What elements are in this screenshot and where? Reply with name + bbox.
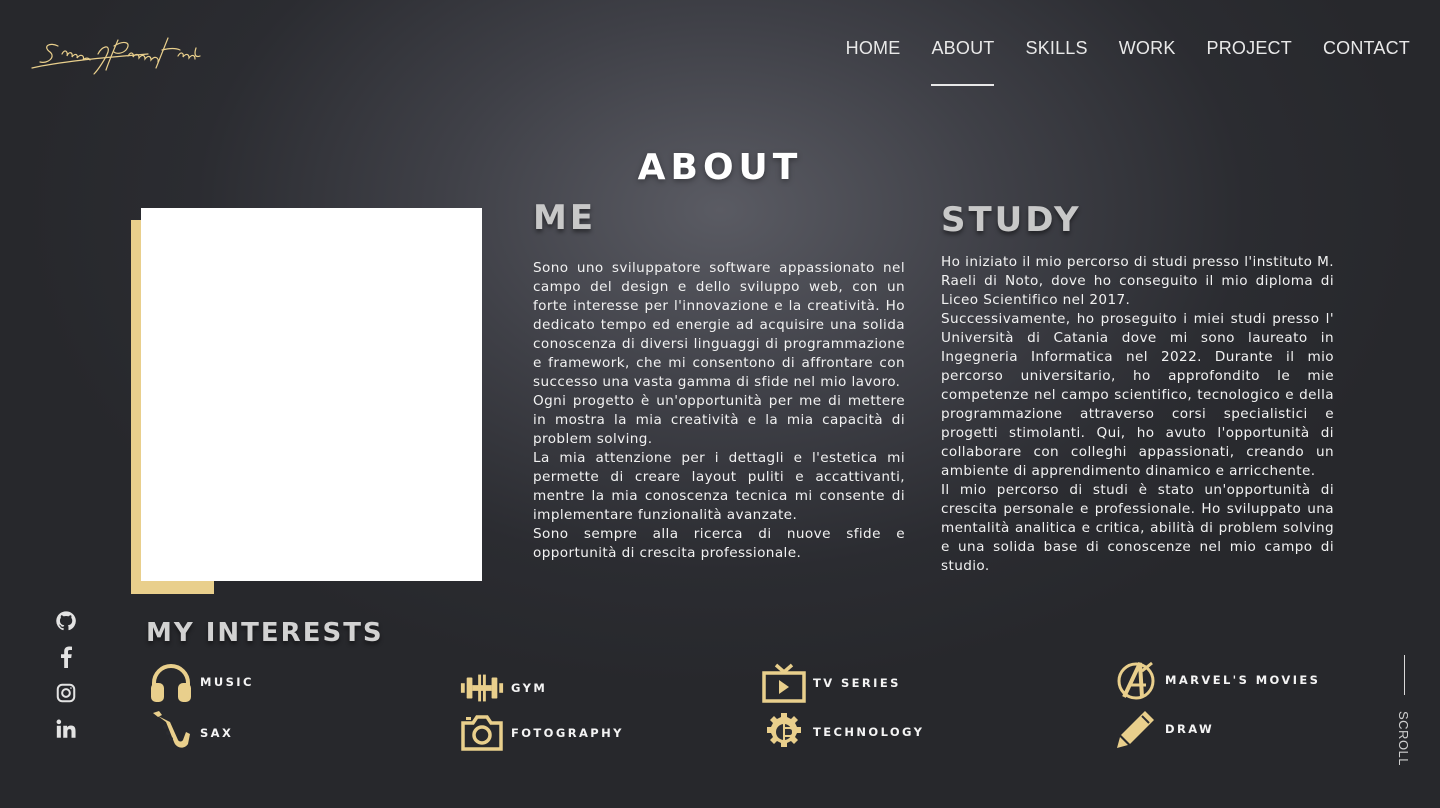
nav-work[interactable]: WORK: [1119, 38, 1176, 65]
interest-label: MARVEL'S MOVIES: [1165, 673, 1321, 687]
interest-label: SAX: [200, 726, 234, 740]
interest-technology: TECHNOLOGY: [761, 709, 924, 755]
interest-marvels-movies: MARVEL'S MOVIES: [1113, 657, 1320, 703]
interest-label: DRAW: [1165, 722, 1215, 736]
dumbbell-icon: [459, 665, 505, 711]
nav-about[interactable]: ABOUT: [931, 38, 995, 86]
linkedin-icon[interactable]: [53, 716, 79, 742]
interest-music: MUSIC: [148, 659, 254, 705]
me-paragraph: Sono sempre alla ricerca di nuove sfide …: [533, 526, 905, 561]
me-text: Sono uno sviluppatore software appassion…: [533, 259, 905, 563]
interest-gym: GYM: [459, 665, 547, 711]
saxophone-icon: [148, 710, 194, 756]
scroll-line: [1404, 655, 1405, 695]
interest-label: GYM: [511, 681, 548, 695]
technology-icon: [761, 709, 807, 755]
avengers-icon: [1113, 657, 1159, 703]
interest-sax: SAX: [148, 710, 233, 756]
study-paragraph: Il mio percorso di studi è stato un'oppo…: [941, 482, 1334, 574]
nav-home[interactable]: HOME: [846, 38, 901, 65]
interests-title: MY INTERESTS: [146, 618, 384, 648]
profile-photo: [141, 208, 482, 581]
me-paragraph: La mia attenzione per i dettagli e l'est…: [533, 450, 905, 523]
page-title: ABOUT: [637, 147, 803, 189]
nav-contact[interactable]: CONTACT: [1323, 38, 1410, 65]
interest-fotography: FOTOGRAPHY: [459, 710, 624, 756]
interest-draw: DRAW: [1113, 706, 1214, 752]
interest-label: TV SERIES: [813, 676, 901, 690]
pencil-icon: [1113, 706, 1159, 752]
study-title: STUDY: [941, 200, 1082, 240]
github-icon[interactable]: [53, 608, 79, 634]
headphones-icon: [148, 659, 194, 705]
me-title: ME: [533, 198, 597, 238]
tv-icon: [761, 660, 807, 706]
facebook-icon[interactable]: [53, 644, 79, 670]
me-paragraph: Sono uno sviluppatore software appassion…: [533, 260, 905, 390]
interest-label: TECHNOLOGY: [813, 725, 925, 739]
camera-icon: [459, 710, 505, 756]
interest-label: FOTOGRAPHY: [511, 726, 624, 740]
nav-project[interactable]: PROJECT: [1207, 38, 1292, 65]
interest-tv-series: TV SERIES: [761, 660, 901, 706]
study-paragraph: Successivamente, ho proseguito i miei st…: [941, 311, 1334, 479]
social-links: [53, 608, 79, 752]
main-nav: HOME ABOUT SKILLS WORK PROJECT CONTACT: [815, 38, 1410, 86]
scroll-indicator[interactable]: SCROLL: [1392, 655, 1418, 775]
study-text: Ho iniziato il mio percorso di studi pre…: [941, 253, 1334, 576]
study-paragraph: Ho iniziato il mio percorso di studi pre…: [941, 254, 1334, 308]
signature-logo[interactable]: [28, 24, 210, 78]
instagram-icon[interactable]: [53, 680, 79, 706]
nav-skills[interactable]: SKILLS: [1025, 38, 1087, 65]
interest-label: MUSIC: [200, 675, 254, 689]
me-paragraph: Ogni progetto è un'opportunità per me di…: [533, 393, 905, 447]
scroll-label: SCROLL: [1396, 711, 1411, 767]
